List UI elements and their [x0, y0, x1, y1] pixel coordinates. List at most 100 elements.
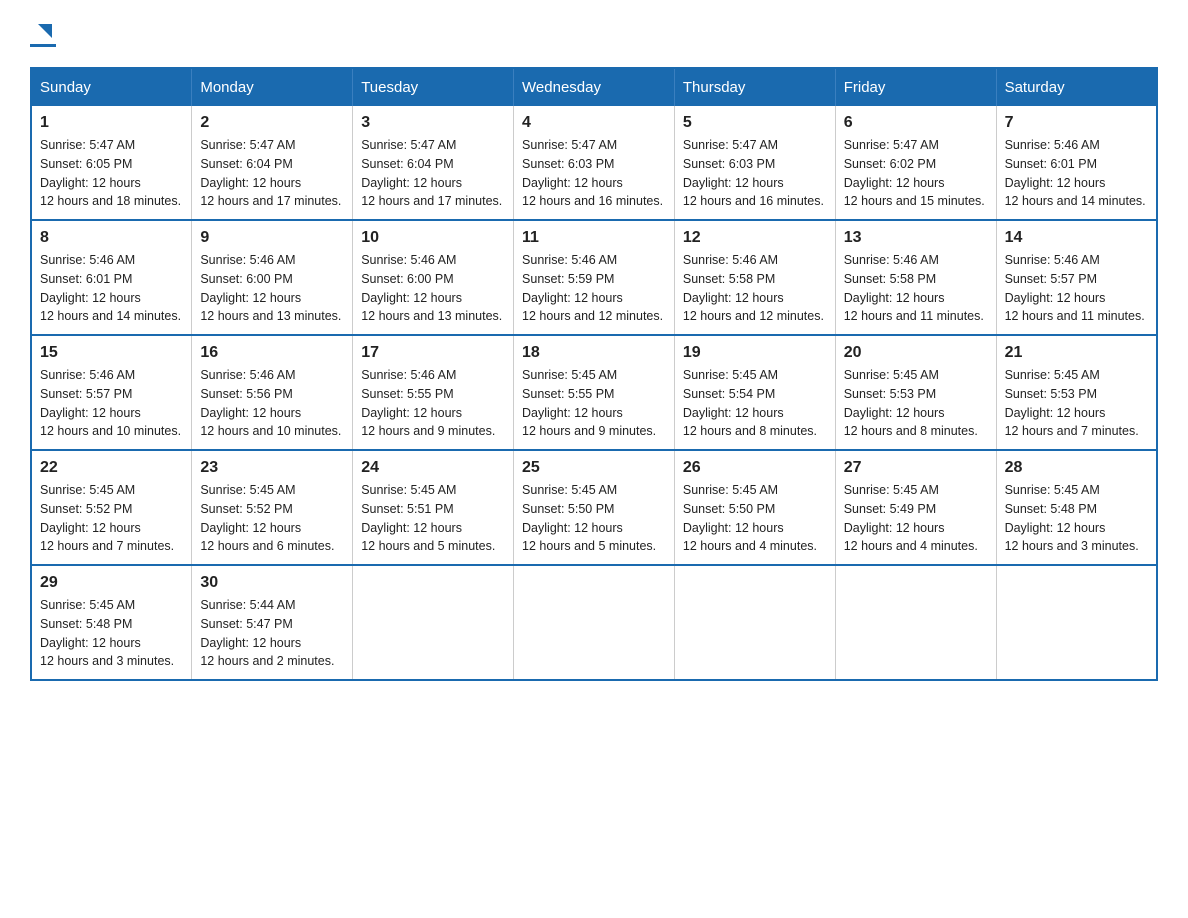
- day-info: Sunrise: 5:47 AMSunset: 6:03 PMDaylight:…: [522, 136, 666, 211]
- day-info: Sunrise: 5:45 AMSunset: 5:49 PMDaylight:…: [844, 481, 988, 556]
- day-number: 26: [683, 459, 827, 477]
- logo-triangle-icon: [34, 20, 56, 42]
- day-number: 11: [522, 229, 666, 247]
- day-info: Sunrise: 5:46 AMSunset: 5:57 PMDaylight:…: [1005, 251, 1148, 326]
- day-number: 24: [361, 459, 505, 477]
- day-number: 18: [522, 344, 666, 362]
- day-number: 23: [200, 459, 344, 477]
- day-info: Sunrise: 5:46 AMSunset: 6:01 PMDaylight:…: [40, 251, 183, 326]
- day-number: 16: [200, 344, 344, 362]
- logo: [30, 20, 56, 47]
- day-number: 10: [361, 229, 505, 247]
- day-info: Sunrise: 5:45 AMSunset: 5:55 PMDaylight:…: [522, 366, 666, 441]
- calendar-cell: 4 Sunrise: 5:47 AMSunset: 6:03 PMDaylight…: [514, 106, 675, 220]
- day-info: Sunrise: 5:47 AMSunset: 6:04 PMDaylight:…: [361, 136, 505, 211]
- day-number: 30: [200, 574, 344, 592]
- day-info: Sunrise: 5:46 AMSunset: 5:58 PMDaylight:…: [844, 251, 988, 326]
- day-info: Sunrise: 5:47 AMSunset: 6:04 PMDaylight:…: [200, 136, 344, 211]
- calendar-cell: 24 Sunrise: 5:45 AMSunset: 5:51 PMDayligh…: [353, 450, 514, 565]
- calendar-cell: 13 Sunrise: 5:46 AMSunset: 5:58 PMDayligh…: [835, 220, 996, 335]
- calendar-header-row: SundayMondayTuesdayWednesdayThursdayFrid…: [31, 68, 1157, 106]
- day-number: 5: [683, 114, 827, 132]
- day-number: 8: [40, 229, 183, 247]
- day-number: 19: [683, 344, 827, 362]
- day-info: Sunrise: 5:46 AMSunset: 6:00 PMDaylight:…: [200, 251, 344, 326]
- day-info: Sunrise: 5:47 AMSunset: 6:05 PMDaylight:…: [40, 136, 183, 211]
- calendar-cell: 25 Sunrise: 5:45 AMSunset: 5:50 PMDayligh…: [514, 450, 675, 565]
- day-info: Sunrise: 5:44 AMSunset: 5:47 PMDaylight:…: [200, 596, 344, 671]
- day-number: 2: [200, 114, 344, 132]
- day-number: 15: [40, 344, 183, 362]
- calendar-cell: [996, 565, 1157, 680]
- calendar-cell: 12Sunrise: 5:46 AMSunset: 5:58 PMDayligh…: [674, 220, 835, 335]
- calendar-table: SundayMondayTuesdayWednesdayThursdayFrid…: [30, 67, 1158, 681]
- week-row-3: 15 Sunrise: 5:46 AMSunset: 5:57 PMDayligh…: [31, 335, 1157, 450]
- day-number: 4: [522, 114, 666, 132]
- week-row-1: 1 Sunrise: 5:47 AMSunset: 6:05 PMDaylight…: [31, 106, 1157, 220]
- header-monday: Monday: [192, 68, 353, 106]
- header: [30, 20, 1158, 47]
- calendar-cell: 26 Sunrise: 5:45 AMSunset: 5:50 PMDayligh…: [674, 450, 835, 565]
- calendar-cell: 5 Sunrise: 5:47 AMSunset: 6:03 PMDaylight…: [674, 106, 835, 220]
- day-info: Sunrise: 5:45 AMSunset: 5:51 PMDaylight:…: [361, 481, 505, 556]
- header-friday: Friday: [835, 68, 996, 106]
- day-number: 22: [40, 459, 183, 477]
- day-number: 25: [522, 459, 666, 477]
- calendar-cell: [674, 565, 835, 680]
- calendar-cell: 2 Sunrise: 5:47 AMSunset: 6:04 PMDaylight…: [192, 106, 353, 220]
- day-number: 14: [1005, 229, 1148, 247]
- header-sunday: Sunday: [31, 68, 192, 106]
- week-row-2: 8 Sunrise: 5:46 AMSunset: 6:01 PMDaylight…: [31, 220, 1157, 335]
- day-info: Sunrise: 5:46 AMSunset: 5:56 PMDaylight:…: [200, 366, 344, 441]
- calendar-cell: 20Sunrise: 5:45 AMSunset: 5:53 PMDayligh…: [835, 335, 996, 450]
- calendar-cell: 27 Sunrise: 5:45 AMSunset: 5:49 PMDayligh…: [835, 450, 996, 565]
- day-number: 27: [844, 459, 988, 477]
- week-row-4: 22 Sunrise: 5:45 AMSunset: 5:52 PMDayligh…: [31, 450, 1157, 565]
- header-tuesday: Tuesday: [353, 68, 514, 106]
- day-info: Sunrise: 5:46 AMSunset: 5:57 PMDaylight:…: [40, 366, 183, 441]
- day-number: 20: [844, 344, 988, 362]
- day-info: Sunrise: 5:47 AMSunset: 6:03 PMDaylight:…: [683, 136, 827, 211]
- day-info: Sunrise: 5:45 AMSunset: 5:52 PMDaylight:…: [40, 481, 183, 556]
- calendar-cell: 11Sunrise: 5:46 AMSunset: 5:59 PMDayligh…: [514, 220, 675, 335]
- calendar-cell: [353, 565, 514, 680]
- day-number: 13: [844, 229, 988, 247]
- calendar-cell: 15 Sunrise: 5:46 AMSunset: 5:57 PMDayligh…: [31, 335, 192, 450]
- day-info: Sunrise: 5:47 AMSunset: 6:02 PMDaylight:…: [844, 136, 988, 211]
- day-number: 7: [1005, 114, 1148, 132]
- calendar-cell: 8 Sunrise: 5:46 AMSunset: 6:01 PMDaylight…: [31, 220, 192, 335]
- calendar-cell: 10 Sunrise: 5:46 AMSunset: 6:00 PMDayligh…: [353, 220, 514, 335]
- day-info: Sunrise: 5:46 AMSunset: 6:00 PMDaylight:…: [361, 251, 505, 326]
- day-info: Sunrise: 5:45 AMSunset: 5:48 PMDaylight:…: [1005, 481, 1148, 556]
- day-info: Sunrise: 5:46 AMSunset: 6:01 PMDaylight:…: [1005, 136, 1148, 211]
- day-number: 29: [40, 574, 183, 592]
- day-info: Sunrise: 5:45 AMSunset: 5:52 PMDaylight:…: [200, 481, 344, 556]
- calendar-cell: 9Sunrise: 5:46 AMSunset: 6:00 PMDaylight…: [192, 220, 353, 335]
- calendar-cell: 16 Sunrise: 5:46 AMSunset: 5:56 PMDayligh…: [192, 335, 353, 450]
- calendar-cell: [835, 565, 996, 680]
- day-info: Sunrise: 5:46 AMSunset: 5:55 PMDaylight:…: [361, 366, 505, 441]
- calendar-cell: 3 Sunrise: 5:47 AMSunset: 6:04 PMDaylight…: [353, 106, 514, 220]
- day-number: 12: [683, 229, 827, 247]
- calendar-cell: 23 Sunrise: 5:45 AMSunset: 5:52 PMDayligh…: [192, 450, 353, 565]
- calendar-cell: 19 Sunrise: 5:45 AMSunset: 5:54 PMDayligh…: [674, 335, 835, 450]
- calendar-cell: [514, 565, 675, 680]
- calendar-cell: 14 Sunrise: 5:46 AMSunset: 5:57 PMDayligh…: [996, 220, 1157, 335]
- calendar-cell: 1 Sunrise: 5:47 AMSunset: 6:05 PMDaylight…: [31, 106, 192, 220]
- calendar-cell: 7 Sunrise: 5:46 AMSunset: 6:01 PMDaylight…: [996, 106, 1157, 220]
- calendar-cell: 21Sunrise: 5:45 AMSunset: 5:53 PMDayligh…: [996, 335, 1157, 450]
- day-number: 6: [844, 114, 988, 132]
- day-info: Sunrise: 5:45 AMSunset: 5:50 PMDaylight:…: [683, 481, 827, 556]
- day-number: 28: [1005, 459, 1148, 477]
- day-number: 1: [40, 114, 183, 132]
- day-info: Sunrise: 5:45 AMSunset: 5:53 PMDaylight:…: [1005, 366, 1148, 441]
- header-thursday: Thursday: [674, 68, 835, 106]
- day-number: 17: [361, 344, 505, 362]
- day-info: Sunrise: 5:45 AMSunset: 5:54 PMDaylight:…: [683, 366, 827, 441]
- calendar-cell: 22 Sunrise: 5:45 AMSunset: 5:52 PMDayligh…: [31, 450, 192, 565]
- day-info: Sunrise: 5:45 AMSunset: 5:48 PMDaylight:…: [40, 596, 183, 671]
- day-info: Sunrise: 5:45 AMSunset: 5:50 PMDaylight:…: [522, 481, 666, 556]
- header-saturday: Saturday: [996, 68, 1157, 106]
- day-number: 3: [361, 114, 505, 132]
- calendar-cell: 18 Sunrise: 5:45 AMSunset: 5:55 PMDayligh…: [514, 335, 675, 450]
